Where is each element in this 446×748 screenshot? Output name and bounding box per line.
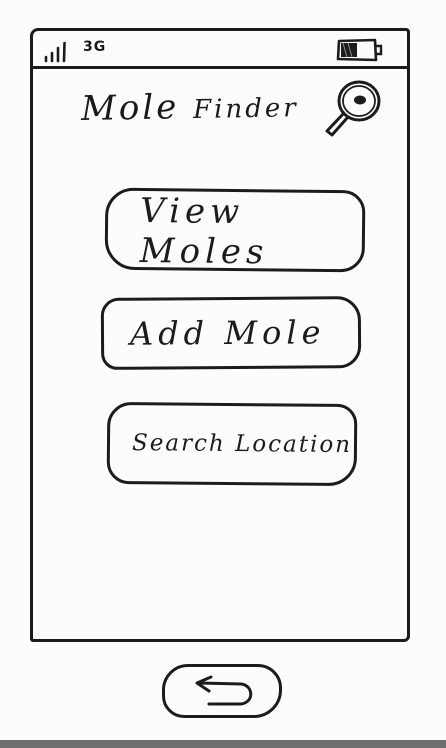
signal-bars-icon (44, 41, 66, 63)
back-button[interactable] (162, 664, 282, 718)
back-arrow-icon (195, 675, 253, 706)
sketch-paper: 3G Mole Finder View Moles Add Mole Searc… (0, 0, 446, 748)
phone-screen: 3G Mole Finder View Moles Add Mole Searc… (30, 28, 410, 642)
search-location-button[interactable]: Search Location (106, 401, 358, 487)
network-type-label: 3G (83, 39, 107, 55)
page-title-first-word: Mole (80, 87, 180, 129)
magnifying-glass-icon[interactable] (321, 77, 385, 139)
add-mole-button[interactable]: Add Mole (100, 296, 362, 370)
page-title-second-word: Finder (192, 93, 299, 126)
paper-edge (0, 740, 446, 748)
page-title: Mole Finder (81, 85, 299, 129)
view-moles-button[interactable]: View Moles (104, 187, 366, 273)
battery-icon (336, 38, 383, 62)
status-bar: 3G (33, 31, 407, 69)
